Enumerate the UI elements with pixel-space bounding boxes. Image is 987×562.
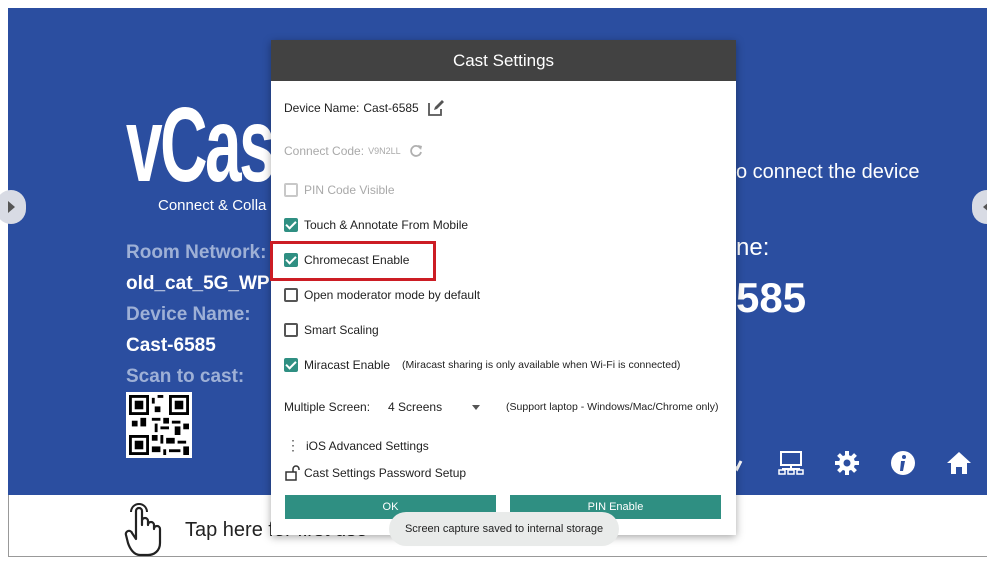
- option-miracast-enable[interactable]: Miracast Enable (Miracast sharing is onl…: [284, 358, 680, 372]
- option-moderator-mode[interactable]: Open moderator mode by default: [284, 288, 480, 302]
- app-tagline: Connect & Colla: [158, 197, 267, 214]
- refresh-icon[interactable]: [409, 144, 423, 158]
- room-network-value: old_cat_5G_WP: [126, 273, 270, 294]
- pin-code-visible-checkbox[interactable]: [284, 183, 298, 197]
- connect-code-label: Connect Code:: [284, 144, 365, 158]
- option-label: Miracast Enable: [304, 358, 391, 372]
- tap-hand-icon: [124, 503, 162, 557]
- app-logo: vCas: [126, 86, 276, 204]
- connect-instruction: o connect the device: [736, 161, 920, 183]
- chromecast-highlight-box: [270, 241, 436, 281]
- right-device-name-value: 585: [736, 274, 807, 321]
- option-label: Smart Scaling: [304, 323, 379, 337]
- chevron-left-icon: [983, 203, 987, 211]
- dialog-device-name-value: Cast-6585: [363, 101, 419, 115]
- chevron-right-icon: [8, 201, 15, 213]
- option-pin-code-visible[interactable]: PIN Code Visible: [284, 183, 395, 197]
- left-nav-arrow[interactable]: [0, 190, 26, 224]
- ios-advanced-settings-row[interactable]: ⋮ iOS Advanced Settings: [284, 437, 429, 454]
- device-name-label: Device Name:: [126, 304, 251, 325]
- device-name-value: Cast-6585: [126, 335, 216, 356]
- miracast-note: (Miracast sharing is only available when…: [402, 359, 681, 371]
- multiple-screen-row: Multiple Screen: 4 Screens (Support lapt…: [284, 400, 718, 414]
- caret-down-icon: [472, 404, 481, 410]
- smart-scaling-checkbox[interactable]: [284, 323, 298, 337]
- dialog-device-name-label: Device Name:: [284, 101, 360, 115]
- touch-annotate-checkbox[interactable]: [284, 218, 298, 232]
- right-device-name-label: ne:: [736, 234, 770, 261]
- multiple-screen-note: (Support laptop - Windows/Mac/Chrome onl…: [506, 401, 719, 413]
- screen: vCas Connect & Colla Room Network: old_c…: [0, 0, 987, 562]
- info-icon: [891, 451, 915, 475]
- device-name-row: Device Name: Cast-6585: [284, 99, 445, 117]
- multiple-screen-value: 4 Screens: [388, 400, 443, 414]
- toast-message: Screen capture saved to internal storage: [389, 512, 619, 546]
- connect-code-value: V9N2LL: [368, 146, 401, 156]
- ios-advanced-label: iOS Advanced Settings: [306, 438, 429, 453]
- dialog-title: Cast Settings: [271, 40, 736, 81]
- option-touch-annotate[interactable]: Touch & Annotate From Mobile: [284, 218, 468, 232]
- home-icon: [947, 452, 971, 474]
- multiple-screen-dropdown[interactable]: 4 Screens: [388, 400, 488, 414]
- unlock-icon: [285, 465, 300, 481]
- password-setup-row[interactable]: Cast Settings Password Setup: [284, 465, 466, 481]
- scan-to-cast-label: Scan to cast:: [126, 366, 245, 387]
- cast-settings-dialog: Cast Settings Device Name: Cast-6585 Con…: [271, 40, 736, 535]
- option-label: Open moderator mode by default: [304, 288, 481, 302]
- network-toolbar-button[interactable]: [776, 448, 806, 478]
- miracast-enable-checkbox[interactable]: [284, 358, 298, 372]
- gear-icon: [835, 451, 859, 475]
- option-smart-scaling[interactable]: Smart Scaling: [284, 323, 379, 337]
- more-vertical-icon: ⋮: [286, 437, 300, 453]
- info-toolbar-button[interactable]: [888, 448, 918, 478]
- room-network-label: Room Network:: [126, 242, 267, 263]
- option-label: PIN Code Visible: [304, 183, 395, 197]
- multiple-screen-label: Multiple Screen:: [284, 400, 371, 414]
- home-toolbar-button[interactable]: [944, 448, 974, 478]
- qr-code[interactable]: [126, 392, 192, 458]
- moderator-mode-checkbox[interactable]: [284, 288, 298, 302]
- settings-toolbar-button[interactable]: [832, 448, 862, 478]
- edit-icon[interactable]: [427, 99, 445, 117]
- network-icon: [778, 451, 804, 475]
- connect-code-row: Connect Code: V9N2LL: [284, 144, 423, 158]
- option-label: Touch & Annotate From Mobile: [304, 218, 469, 232]
- password-setup-label: Cast Settings Password Setup: [304, 466, 467, 480]
- qr-code-icon: [129, 395, 189, 455]
